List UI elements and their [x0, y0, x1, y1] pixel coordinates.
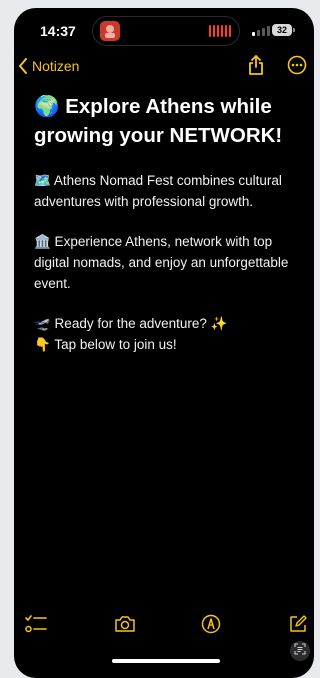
cellular-signal-icon	[252, 26, 270, 36]
share-button[interactable]	[243, 54, 269, 80]
back-button[interactable]: Notizen	[18, 58, 79, 74]
dynamic-island[interactable]	[92, 16, 240, 46]
bottom-toolbar	[14, 612, 314, 652]
recording-app-icon	[100, 21, 120, 41]
more-button[interactable]	[284, 54, 310, 80]
note-title[interactable]: 🌍 Explore Athens while growing your NETW…	[34, 92, 296, 150]
status-bar: 14:37 32	[14, 8, 314, 52]
note-line: 🛫 Ready for the adventure? ✨	[34, 316, 228, 331]
audio-level-icon	[209, 25, 231, 37]
navigation-bar: Notizen	[14, 52, 314, 88]
note-paragraph[interactable]: 🏛️ Experience Athens, network with top d…	[34, 231, 296, 294]
phone-screen: 14:37 32 Notizen 🌍 Explore Athens while …	[14, 8, 314, 678]
note-paragraph[interactable]: 🛫 Ready for the adventure? ✨ 👇 Tap below…	[34, 313, 296, 355]
chevron-left-icon	[18, 58, 28, 74]
text-scan-icon	[294, 642, 306, 660]
status-time: 14:37	[40, 23, 76, 39]
compose-button[interactable]	[284, 612, 312, 640]
note-line: 🏛️ Experience Athens, network with top d…	[34, 234, 289, 291]
battery-icon: 32	[272, 24, 292, 36]
note-line: 🗺️ Athens Nomad Fest combines cultural a…	[34, 173, 282, 209]
back-label: Notizen	[32, 58, 80, 74]
ellipsis-circle-icon	[287, 55, 307, 80]
markup-pen-icon	[201, 614, 221, 639]
note-line: 👇 Tap below to join us!	[34, 337, 177, 352]
checklist-button[interactable]	[22, 612, 50, 640]
markup-button[interactable]	[197, 612, 225, 640]
note-body[interactable]: 🌍 Explore Athens while growing your NETW…	[34, 92, 296, 374]
battery-tip	[293, 28, 295, 32]
checklist-icon	[25, 614, 47, 639]
note-paragraph[interactable]: 🗺️ Athens Nomad Fest combines cultural a…	[34, 170, 296, 212]
home-indicator[interactable]	[112, 659, 220, 663]
live-text-button[interactable]	[290, 641, 310, 661]
camera-button[interactable]	[111, 612, 139, 640]
camera-icon	[114, 615, 136, 638]
compose-icon	[288, 614, 308, 639]
share-icon	[247, 54, 265, 80]
